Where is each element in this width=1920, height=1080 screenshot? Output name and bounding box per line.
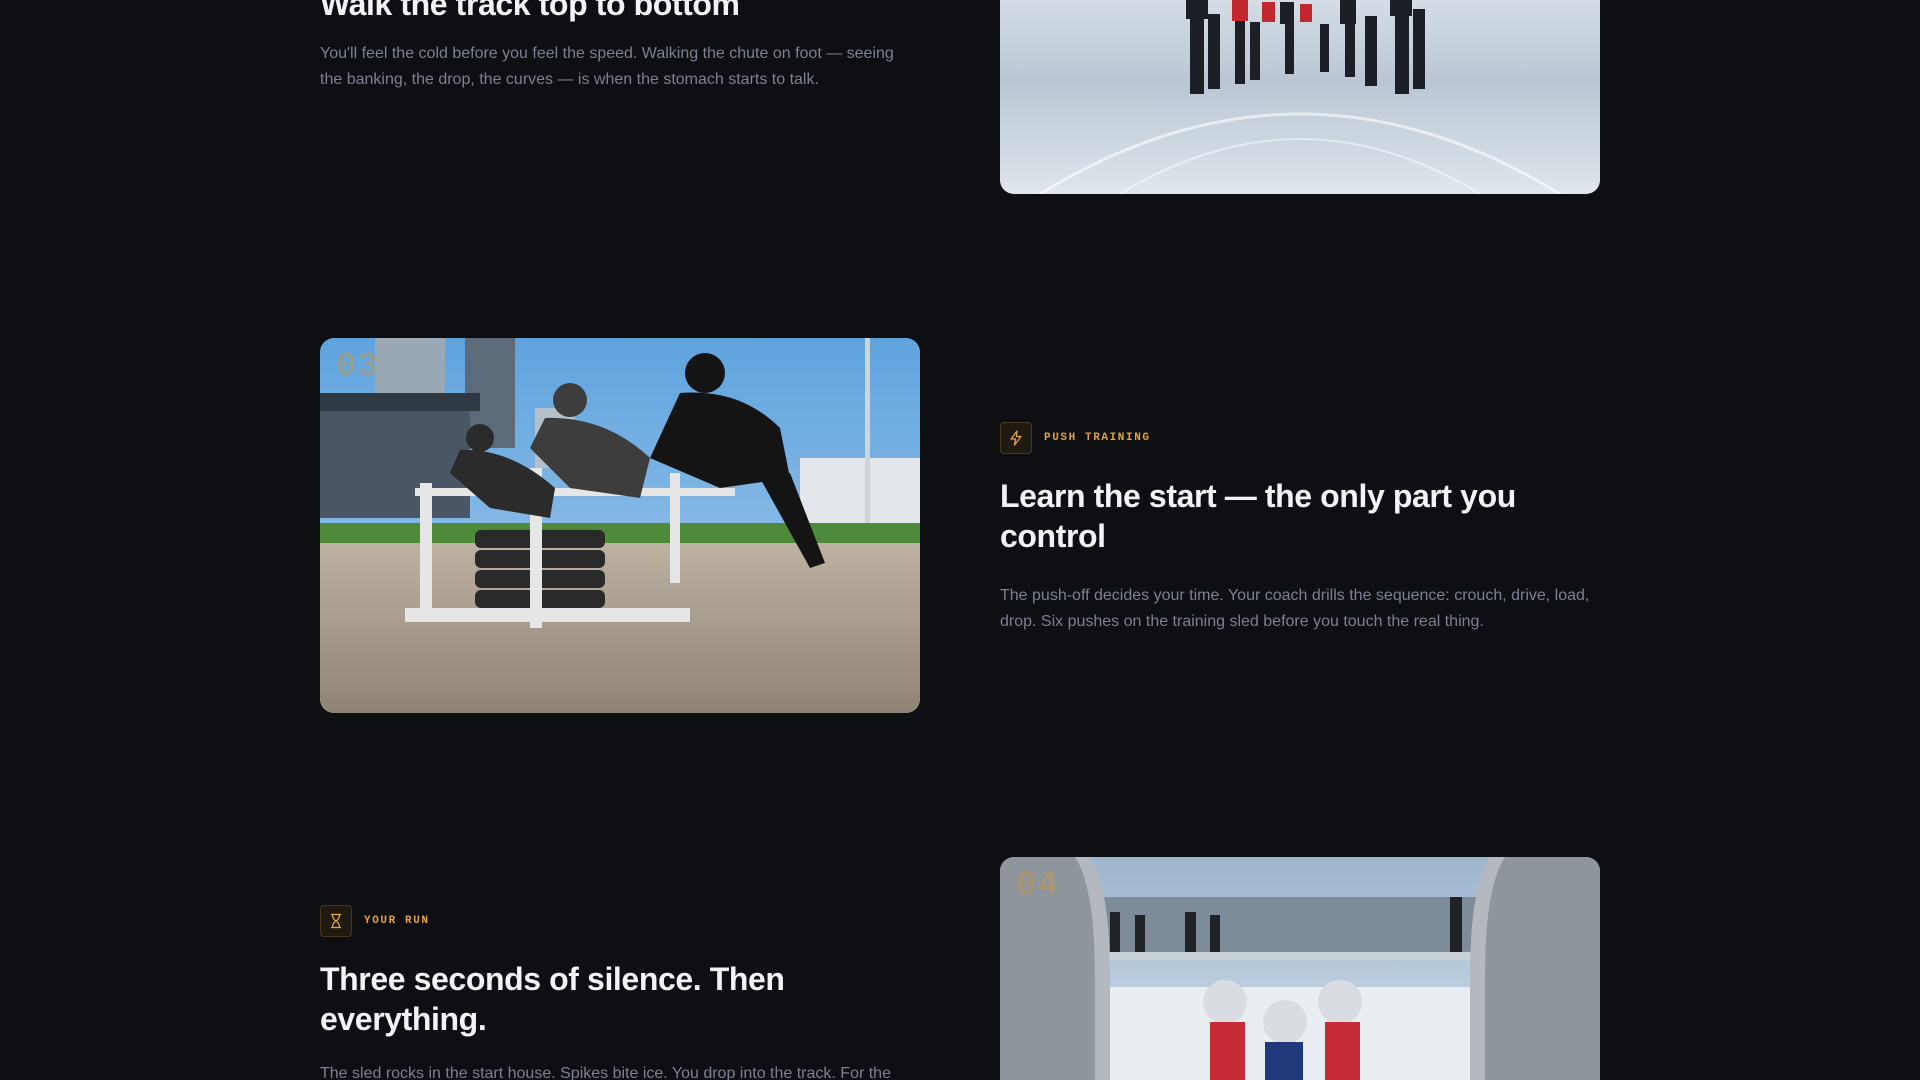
- step-section-04: YOUR RUN Three seconds of silence. Then …: [320, 857, 1600, 1080]
- push-training-photo: 03: [320, 338, 920, 713]
- step-description: You'll feel the cold before you feel the…: [320, 45, 894, 88]
- step-label-text: YOUR RUN: [364, 915, 430, 927]
- step-text-03: PUSH TRAINING Learn the start — the only…: [1000, 422, 1600, 635]
- step-section-03: 03 PUSH TRAINING Learn the start — the o…: [320, 338, 1600, 718]
- bobsleigh-run-photo: 04: [1000, 857, 1600, 1080]
- step-number: 04: [1016, 867, 1059, 905]
- step-description: The sled rocks in the start house. Spike…: [320, 1065, 891, 1080]
- step-number: 03: [336, 348, 379, 386]
- step-label: PUSH TRAINING: [1000, 422, 1600, 454]
- step-description: The push-off decides your time. Your coa…: [1000, 587, 1590, 630]
- step-title: Learn the start — the only part you cont…: [1000, 478, 1516, 554]
- step-text-02: Walk the track top to bottom You'll feel…: [320, 0, 920, 93]
- track-walk-photo: [1000, 0, 1600, 194]
- hourglass-icon: [320, 905, 352, 937]
- step-label: YOUR RUN: [320, 905, 920, 937]
- step-title: Three seconds of silence. Then everythin…: [320, 961, 785, 1037]
- step-text-04: YOUR RUN Three seconds of silence. Then …: [320, 905, 920, 1080]
- page: Walk the track top to bottom You'll feel…: [0, 0, 1920, 1080]
- step-label-text: PUSH TRAINING: [1044, 432, 1151, 444]
- step-section-02: Walk the track top to bottom You'll feel…: [320, 0, 1600, 194]
- step-title: Walk the track top to bottom: [320, 0, 740, 22]
- lightning-bolt-icon: [1000, 422, 1032, 454]
